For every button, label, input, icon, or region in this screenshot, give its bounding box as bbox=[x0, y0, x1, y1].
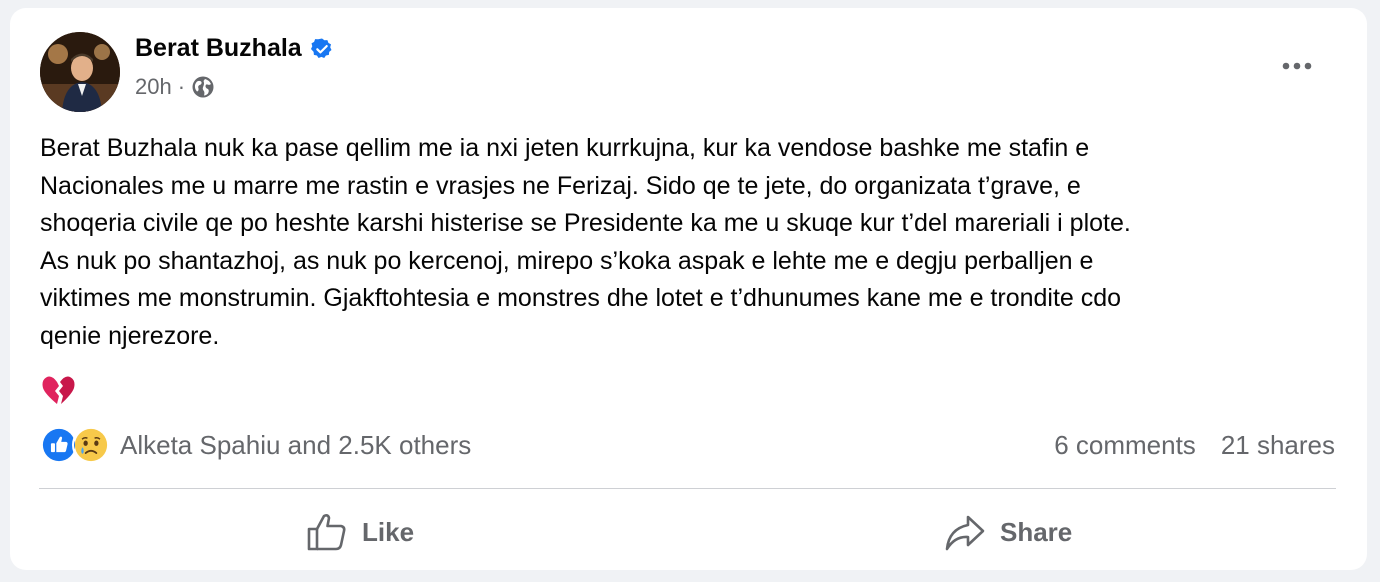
avatar-image bbox=[40, 32, 120, 112]
post-text-line: Berat Buzhala nuk ka pase qellim me ia n… bbox=[40, 134, 1090, 162]
post-meta: 20h · bbox=[135, 74, 215, 100]
globe-icon[interactable] bbox=[191, 75, 215, 99]
actions-divider bbox=[39, 488, 1336, 489]
more-options-button[interactable] bbox=[1278, 54, 1318, 78]
post-text-line: viktimes me monstrumin. Gjakftohtesia e … bbox=[40, 284, 1122, 312]
reactions-summary[interactable]: Alketa Spahiu and 2.5K others bbox=[40, 426, 471, 464]
like-button[interactable]: Like bbox=[306, 508, 414, 556]
post-text-line: shoqeria civile qe po heshte karshi hist… bbox=[40, 209, 1131, 237]
broken-heart-icon bbox=[42, 376, 75, 404]
post-emoji bbox=[40, 372, 76, 408]
more-options-icon bbox=[1282, 62, 1312, 70]
share-label: Share bbox=[1000, 516, 1073, 547]
author-avatar[interactable] bbox=[40, 32, 120, 112]
meta-separator: · bbox=[177, 74, 186, 99]
post-header: Berat Buzhala bbox=[135, 34, 334, 63]
shares-count[interactable]: 21 shares bbox=[1221, 430, 1335, 461]
share-button[interactable]: Share bbox=[944, 508, 1072, 556]
reactions-summary-text[interactable]: Alketa Spahiu and 2.5K others bbox=[120, 430, 471, 461]
thumbs-up-icon bbox=[307, 514, 346, 551]
post-timestamp[interactable]: 20h bbox=[135, 74, 172, 100]
share-arrow-icon bbox=[945, 515, 985, 551]
like-label: Like bbox=[362, 516, 415, 547]
post-body: Berat Buzhala nuk ka pase qellim me ia n… bbox=[40, 130, 1340, 355]
post-text-line: qenie njerezore. bbox=[40, 321, 220, 350]
engagement-counts: 6 comments 21 shares bbox=[1054, 430, 1335, 461]
verified-badge-icon bbox=[310, 38, 332, 58]
post-text-line: Nacionales me u marre me rastin e vrasje… bbox=[40, 171, 1081, 200]
author-name[interactable]: Berat Buzhala bbox=[135, 34, 302, 63]
post-text-line: As nuk po shantazhoj, as nuk po kercenoj… bbox=[40, 246, 1094, 275]
post-card: Berat Buzhala 20h · Berat Buzhala nuk ka… bbox=[10, 8, 1367, 570]
comments-count[interactable]: 6 comments bbox=[1054, 430, 1196, 461]
sad-reaction-icon bbox=[72, 426, 110, 464]
